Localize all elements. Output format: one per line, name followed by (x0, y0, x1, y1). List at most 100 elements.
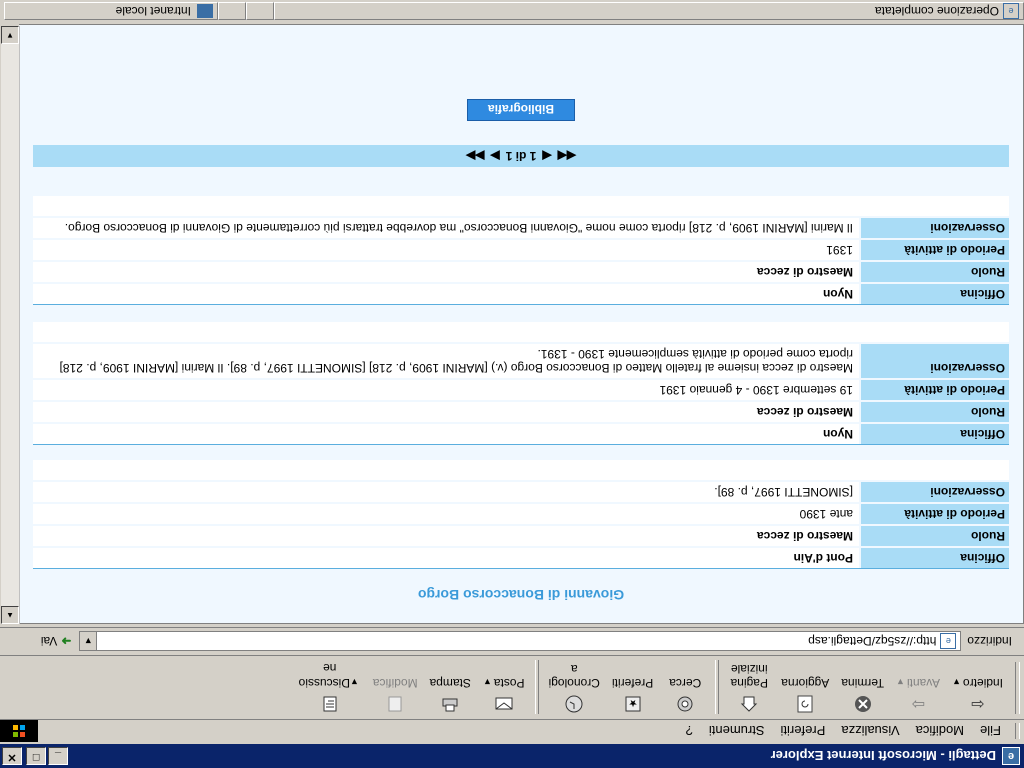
forward-button[interactable]: ⇨ Avanti▼ (890, 675, 946, 718)
table-row: Periodo di attività 19 settembre 1390 - … (33, 378, 1009, 400)
table-row: Periodo di attività 1391 (33, 238, 1009, 260)
ruolo-value: Maestro di zecca (33, 526, 859, 546)
mail-dropdown-icon[interactable]: ▼ (483, 677, 492, 687)
officina-value: Pont d'Ain (33, 548, 859, 568)
menu-bar: File Modifica Visualizza Preferiti Strum… (0, 719, 1024, 742)
edit-button[interactable]: Modifica (367, 676, 424, 718)
menu-grip[interactable] (1015, 723, 1020, 739)
search-icon (675, 694, 695, 714)
status-main: e Operazione completata (274, 2, 1024, 20)
toolbar-grip[interactable] (1015, 662, 1020, 714)
table-row: Ruolo Maestro di zecca (33, 400, 1009, 422)
back-dropdown-icon[interactable]: ▼ (952, 677, 961, 687)
home-label-2: iniziale (730, 662, 768, 676)
minimize-button[interactable]: _ (48, 747, 68, 765)
title-bar: e Dettagli - Microsoft Internet Explorer… (0, 744, 1024, 768)
menu-visualizza[interactable]: Visualizza (833, 724, 907, 739)
table-row: Osservazioni [SIMONETTI 1997, p. 89]. (33, 480, 1009, 502)
menu-preferiti[interactable]: Preferiti (773, 724, 834, 739)
periodo-label: Periodo di attività (861, 240, 1009, 260)
pager-text: 1 di 1 (505, 149, 537, 163)
address-field[interactable]: e http://zs5qz/Dettagli.asp ▼ (79, 631, 962, 651)
home-label-1: Pagina (730, 676, 768, 690)
print-button[interactable]: Stampa (424, 676, 477, 718)
page-content: Giovanni di Bonaccorso Borgo Officina Po… (19, 24, 1024, 624)
history-button[interactable]: Cronologi a (543, 662, 606, 718)
toolbar-separator (715, 660, 720, 714)
scroll-up-icon[interactable]: ▲ (1, 606, 19, 624)
back-button[interactable]: ⇦ Indietro▼ (946, 675, 1009, 718)
standard-toolbar: ⇦ Indietro▼ ⇨ Avanti▼ Termina Aggiorna P… (0, 655, 1024, 718)
periodo-label: Periodo di attività (861, 504, 1009, 524)
edit-icon (385, 694, 405, 714)
discuss-label-1: Discussio (298, 676, 350, 690)
discuss-dropdown-icon[interactable]: ▼ (350, 677, 359, 687)
back-label: Indietro (962, 676, 1003, 690)
edit-label: Modifica (372, 676, 418, 690)
discuss-icon (320, 694, 340, 714)
ruolo-label: Ruolo (861, 262, 1009, 282)
menu-strumenti[interactable]: Strumenti (701, 724, 773, 739)
next-page-icon[interactable]: ▶ (490, 149, 499, 163)
stop-label: Termina (841, 676, 884, 690)
osservazioni-label: Osservazioni (861, 482, 1009, 502)
stop-button[interactable]: Termina (835, 676, 890, 718)
address-url[interactable]: http://zs5qz/Dettagli.asp (97, 634, 936, 648)
status-text: Operazione completata (874, 4, 999, 18)
close-button[interactable]: ✕ (2, 747, 22, 765)
prev-page-icon[interactable]: ◀ (542, 149, 551, 163)
menu-modifica[interactable]: Modifica (908, 724, 972, 739)
periodo-value: 19 settembre 1390 - 4 gennaio 1391 (33, 380, 859, 400)
zone-text: Intranet locale (115, 4, 191, 18)
table-row: Ruolo Maestro di zecca (33, 260, 1009, 282)
officina-value: Nyon (33, 284, 859, 304)
discuss-button[interactable]: ▼Discussio ne (293, 661, 367, 718)
history-label-2: a (570, 662, 578, 676)
ruolo-value: Maestro di zecca (33, 262, 859, 282)
maximize-button[interactable]: □ (26, 747, 46, 765)
vertical-scrollbar[interactable]: ▲ ▼ (1, 26, 20, 624)
record-1: Officina Pont d'Ain Ruolo Maestro di zec… (33, 460, 1009, 569)
scroll-down-icon[interactable]: ▼ (1, 26, 19, 44)
address-dropdown-icon[interactable]: ▼ (80, 632, 98, 650)
last-page-icon[interactable]: ▶▶ (466, 149, 484, 163)
forward-arrow-icon: ⇨ (911, 695, 925, 712)
favorites-button[interactable]: ★ Preferiti (606, 676, 659, 718)
refresh-button[interactable]: Aggiorna (775, 676, 835, 718)
table-row: Periodo di attività ante 1390 (33, 502, 1009, 524)
menu-file[interactable]: File (972, 724, 1009, 739)
address-label: Indirizzo (967, 634, 1012, 648)
ruolo-label: Ruolo (861, 526, 1009, 546)
back-arrow-icon: ⇦ (970, 695, 985, 712)
table-row: Ruolo Maestro di zecca (33, 524, 1009, 546)
stop-icon (853, 694, 873, 714)
search-button[interactable]: Cerca (659, 676, 711, 718)
search-label: Cerca (669, 676, 702, 690)
officina-label: Officina (861, 284, 1009, 304)
first-page-icon[interactable]: ◀◀ (558, 149, 576, 163)
go-button[interactable]: ➜ Vai (41, 634, 72, 648)
home-button[interactable]: Pagina iniziale (723, 662, 775, 718)
mail-label: Posta (493, 676, 525, 690)
officina-value: Nyon (33, 424, 859, 444)
table-row: Officina Pont d'Ain (33, 546, 1009, 568)
ie-icon[interactable]: e (1002, 747, 1020, 765)
forward-dropdown-icon[interactable]: ▼ (896, 677, 905, 687)
menu-help[interactable]: ? (678, 724, 701, 739)
screen: e Dettagli - Microsoft Internet Explorer… (0, 0, 1024, 768)
table-row: Officina Nyon (33, 422, 1009, 444)
mail-button[interactable]: Posta▼ (477, 675, 531, 718)
officina-label: Officina (861, 548, 1009, 568)
printer-icon (440, 694, 460, 714)
status-cell (246, 2, 274, 20)
window-title: Dettagli - Microsoft Internet Explorer (770, 748, 996, 764)
status-cell (218, 2, 246, 20)
history-icon (564, 694, 584, 714)
osservazioni-value: Maestro di zecca insieme al fratello Mat… (33, 344, 859, 378)
forward-label: Avanti (906, 676, 941, 690)
toolbar-separator (534, 660, 539, 714)
windows-logo-icon (0, 720, 38, 742)
discuss-label-2: ne (323, 661, 337, 675)
bibliography-button[interactable]: Bibliografia (467, 99, 575, 121)
page-icon: e (940, 633, 957, 649)
